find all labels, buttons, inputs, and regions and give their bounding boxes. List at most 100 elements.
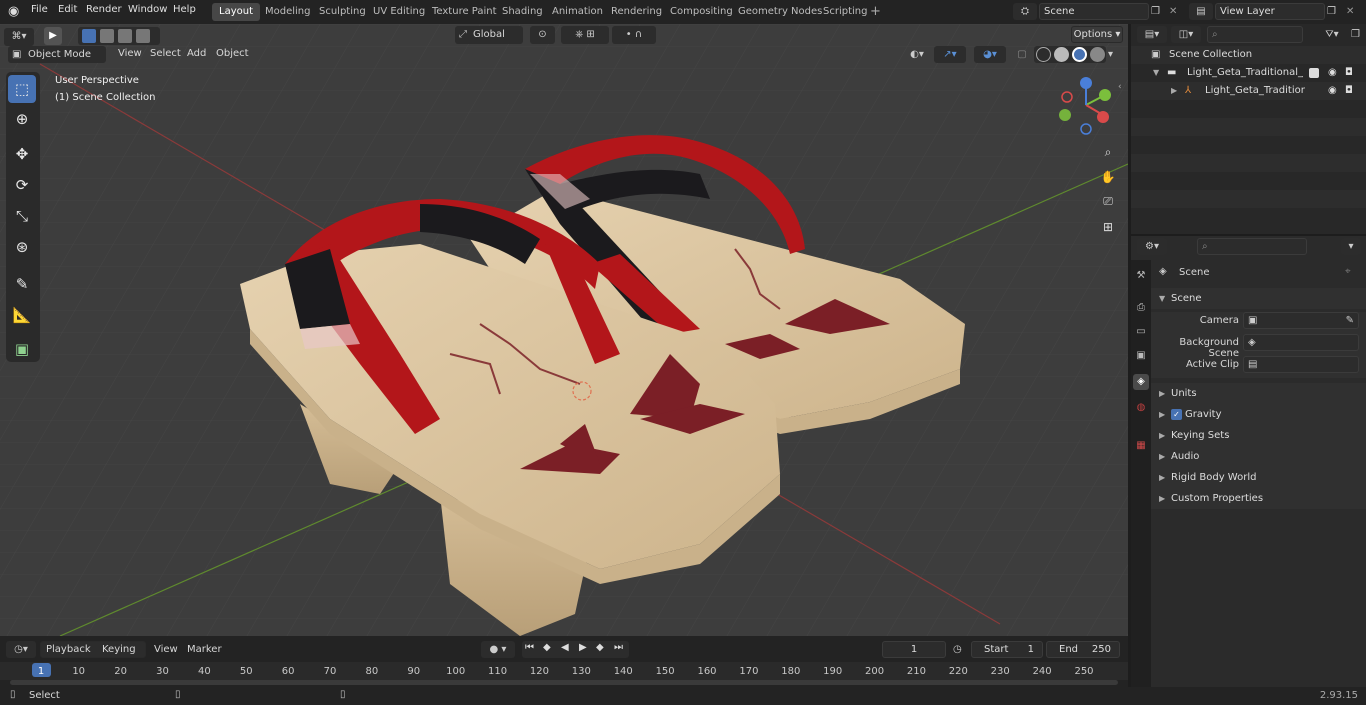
select-tool-icon[interactable]: ▶ [44,27,62,45]
properties-options-icon[interactable]: ▾ [1341,238,1361,255]
scene-tab-icon[interactable]: ◈ [1133,374,1149,390]
outliner-row-object[interactable]: ▶ ⅄ Light_Geta_Traditional_Japanese ◉ ◘ [1131,82,1366,100]
menu-window[interactable]: Window [128,4,167,15]
snapping-icon[interactable]: ⎈ ⊞ [561,26,609,44]
3d-viewport[interactable]: ⌘▾ ▶ ⤢ Global ⊙ ⎈ ⊞ • ∩ Options ▾ ▣ Obje… [0,24,1128,636]
measure-tool-icon[interactable]: 📐 [8,301,36,329]
camera-field[interactable]: ▣ ✎ [1243,312,1359,329]
visibility-icon[interactable]: ◐▾ [902,46,932,63]
tab-modeling[interactable]: Modeling [258,3,318,21]
add-workspace-icon[interactable]: + [870,4,881,19]
play-icon[interactable]: ▶ [579,642,587,653]
outliner-row-collection[interactable]: ▼ ▬ Light_Geta_Traditional_Japanese ◉ ◘ [1131,64,1366,82]
gizmo-toggle-icon[interactable]: ↗▾ [934,46,966,63]
preview-range-icon[interactable]: ◷ [953,641,969,658]
menu-help[interactable]: Help [173,4,196,15]
new-collection-icon[interactable]: ❐ [1351,26,1365,43]
auto-keying-icon[interactable]: ● ▾ [481,641,515,658]
menu-render[interactable]: Render [86,4,122,15]
properties-editor-icon[interactable]: ⚙▾ [1137,238,1167,255]
next-keyframe-icon[interactable]: ◆ [596,642,604,653]
tab-scripting[interactable]: Scripting [816,3,874,21]
visibility-eye-icon[interactable]: ◉ [1328,82,1337,100]
render-camera-icon[interactable]: ◘ [1345,64,1353,82]
blender-logo-icon[interactable]: ◉ [8,4,24,20]
wireframe-shading-icon[interactable] [1036,47,1051,62]
texture-tab-icon[interactable]: ▦ [1133,438,1149,454]
select-extend-icon[interactable] [100,29,114,43]
jump-start-icon[interactable]: ⏮ [525,642,534,653]
active-clip-field[interactable]: ▤ [1243,356,1359,373]
filter-icon[interactable]: ⛛▾ [1317,26,1347,43]
rotate-tool-icon[interactable]: ⟳ [8,171,36,199]
viewport-menu-object[interactable]: Object [216,48,249,59]
perspective-toggle-icon[interactable]: ⊞ [1097,216,1119,238]
proportional-editing-icon[interactable]: • ∩ [612,26,656,44]
timeline-view-menu[interactable]: View [154,644,178,655]
viewport-menu-select[interactable]: Select [150,48,181,59]
scene-selector-icon[interactable]: ⛭ [1013,3,1037,20]
outliner-search-input[interactable]: ⌕ [1207,26,1303,43]
world-tab-icon[interactable]: ◍ [1133,400,1149,416]
background-scene-field[interactable]: ◈ [1243,334,1359,351]
selection-mode-group[interactable] [78,27,160,45]
editor-type-icon[interactable]: ⌘▾ [4,28,34,46]
view-layer-tab-icon[interactable]: ▣ [1133,348,1149,364]
delete-scene-icon[interactable]: ✕ [1169,3,1183,20]
rigid-body-world-panel-header[interactable]: ▶ Rigid Body World [1151,467,1366,488]
keying-sets-panel-header[interactable]: ▶ Keying Sets [1151,425,1366,446]
gravity-panel-header[interactable]: ▶ ✓ Gravity [1151,404,1366,425]
camera-view-icon[interactable]: ⎚ [1097,190,1119,212]
solid-shading-icon[interactable] [1054,47,1069,62]
overlays-toggle-icon[interactable]: ◕▾ [974,46,1006,63]
viewport-menu-view[interactable]: View [118,48,142,59]
select-intersect-icon[interactable] [136,29,150,43]
pan-hand-icon[interactable]: ✋ [1097,166,1119,188]
material-preview-icon[interactable] [1072,47,1087,62]
custom-properties-panel-header[interactable]: ▶ Custom Properties [1151,488,1366,509]
play-reverse-icon[interactable]: ◀ [561,642,569,653]
tab-texture-paint[interactable]: Texture Paint [425,3,504,21]
timeline-editor-icon[interactable]: ◷▾ [6,641,36,658]
scene-name-field[interactable]: Scene [1039,3,1149,20]
zoom-icon[interactable]: ⌕ [1097,141,1119,163]
sidebar-toggle-icon[interactable]: ‹ [1118,82,1122,92]
annotate-tool-icon[interactable]: ✎ [8,270,36,298]
marker-menu[interactable]: Marker [187,644,222,655]
end-frame-field[interactable]: End 250 [1046,641,1120,658]
select-subtract-icon[interactable] [118,29,132,43]
pivot-point-icon[interactable]: ⊙ [530,26,555,44]
new-view-layer-icon[interactable]: ❐ [1327,3,1341,20]
scene-panel-header[interactable]: ▼ Scene [1151,288,1366,309]
visibility-eye-icon[interactable]: ◉ [1328,64,1337,82]
options-button[interactable]: Options ▾ [1071,26,1123,43]
playback-menu[interactable]: Playback [46,644,91,655]
expand-arrow-icon[interactable]: ▼ [1153,64,1159,82]
keying-menu[interactable]: Keying [102,644,136,655]
collection-checkbox[interactable] [1309,68,1319,78]
tab-uv-editing[interactable]: UV Editing [366,3,432,21]
tab-sculpting[interactable]: Sculpting [312,3,373,21]
output-tab-icon[interactable]: ▭ [1133,324,1149,340]
move-tool-icon[interactable]: ✥ [8,140,36,168]
rendered-shading-icon[interactable] [1090,47,1105,62]
cursor-tool-icon[interactable]: ⊕ [8,105,36,133]
current-frame-field[interactable]: 1 [882,641,946,658]
tab-animation[interactable]: Animation [545,3,610,21]
expand-arrow-icon[interactable]: ▶ [1171,82,1177,100]
navigation-gizmo[interactable] [1055,74,1117,136]
render-camera-icon[interactable]: ◘ [1345,82,1353,100]
properties-search-input[interactable]: ⌕ [1197,238,1307,255]
units-panel-header[interactable]: ▶ Units [1151,383,1366,404]
display-mode-icon[interactable]: ◫▾ [1171,26,1201,43]
start-frame-field[interactable]: Start 1 [971,641,1043,658]
delete-view-layer-icon[interactable]: ✕ [1346,3,1360,20]
tab-shading[interactable]: Shading [495,3,550,21]
pin-icon[interactable]: ⌖ [1345,266,1351,277]
add-cube-tool-icon[interactable]: ▣ [8,335,36,363]
view-layer-selector-icon[interactable]: ▤ [1189,3,1213,20]
viewport-menu-add[interactable]: Add [187,48,206,59]
shading-mode-group[interactable] [1034,46,1106,63]
outliner-editor-icon[interactable]: ▤▾ [1137,26,1167,43]
select-new-icon[interactable] [82,29,96,43]
